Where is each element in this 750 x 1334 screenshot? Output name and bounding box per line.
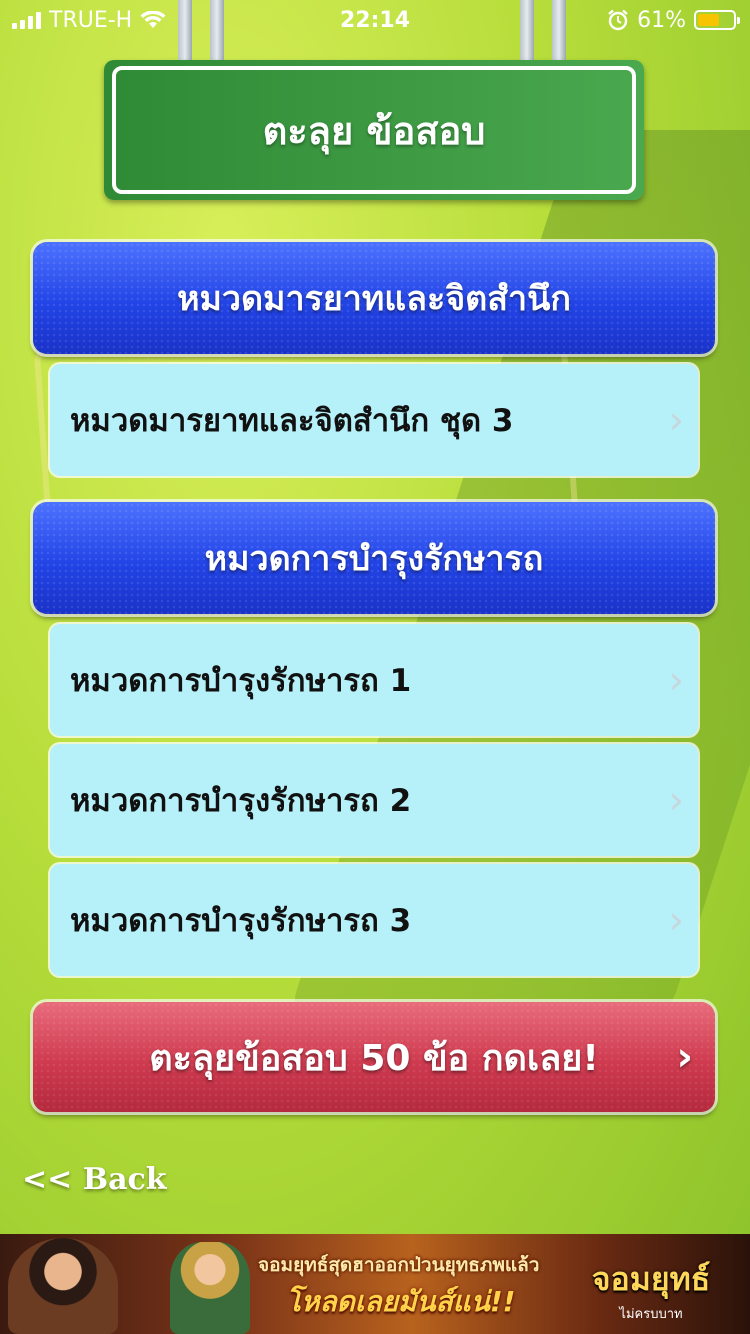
list-item-label: หมวดการบำรุงรักษารถ 2 xyxy=(70,783,412,819)
title-sign: ตะลุย ข้อสอบ xyxy=(104,60,644,200)
signal-icon xyxy=(12,11,41,29)
list-item-label: หมวดการบำรุงรักษารถ 3 xyxy=(70,903,412,939)
ad-tagline: โหลดเลยมันส์แน่!! xyxy=(286,1285,516,1318)
chevron-right-icon: › xyxy=(668,398,684,442)
status-right: 61% xyxy=(607,8,750,33)
ad-character-image xyxy=(8,1238,118,1334)
ad-logo-title: จอมยุทธ์ xyxy=(591,1260,711,1298)
list-item-maintenance-1[interactable]: หมวดการบำรุงรักษารถ 1 › xyxy=(50,624,698,736)
back-button[interactable]: << Back xyxy=(22,1162,167,1197)
wifi-icon xyxy=(140,11,166,28)
ad-banner[interactable]: จอมยุทธ์สุดฮาออกป่วนยุทธภพแล้ว โหลดเลยมั… xyxy=(0,1234,750,1334)
chevron-right-icon: › xyxy=(668,778,684,822)
ad-character-image-2 xyxy=(170,1242,250,1334)
ad-game-logo: จอมยุทธ์ ไม่ครบบาท xyxy=(566,1254,736,1328)
status-left: TRUE-H xyxy=(0,8,166,33)
page-title: ตะลุย ข้อสอบ xyxy=(112,66,636,194)
chevron-right-icon: › xyxy=(668,898,684,942)
quiz-button-label: ตะลุยข้อสอบ 50 ข้อ กดเลย! xyxy=(149,1037,599,1079)
list-item-label: หมวดมารยาทและจิตสำนึก ชุด 3 xyxy=(70,403,514,439)
list-item-etiquette-set-3[interactable]: หมวดมารยาทและจิตสำนึก ชุด 3 › xyxy=(50,364,698,476)
section-header-etiquette: หมวดมารยาทและจิตสำนึก xyxy=(33,242,715,354)
battery-percent: 61% xyxy=(637,7,686,33)
status-bar: TRUE-H 22:14 61% xyxy=(0,0,750,40)
chevron-right-icon: › xyxy=(676,1034,693,1080)
ad-logo-subtitle: ไม่ครบบาท xyxy=(619,1307,683,1322)
quiz-50-button[interactable]: ตะลุยข้อสอบ 50 ข้อ กดเลย! › xyxy=(33,1002,715,1112)
list-item-label: หมวดการบำรุงรักษารถ 1 xyxy=(70,663,412,699)
section-header-maintenance: หมวดการบำรุงรักษารถ xyxy=(33,502,715,614)
ad-headline: จอมยุทธ์สุดฮาออกป่วนยุทธภพแล้ว xyxy=(258,1254,540,1276)
battery-fill xyxy=(698,14,719,26)
alarm-icon xyxy=(608,9,628,31)
chevron-right-icon: › xyxy=(668,658,684,702)
list-item-maintenance-3[interactable]: หมวดการบำรุงรักษารถ 3 › xyxy=(50,864,698,976)
list-item-maintenance-2[interactable]: หมวดการบำรุงรักษารถ 2 › xyxy=(50,744,698,856)
carrier-label: TRUE-H xyxy=(49,7,133,33)
status-time: 22:14 xyxy=(339,7,411,33)
battery-icon xyxy=(694,10,740,30)
